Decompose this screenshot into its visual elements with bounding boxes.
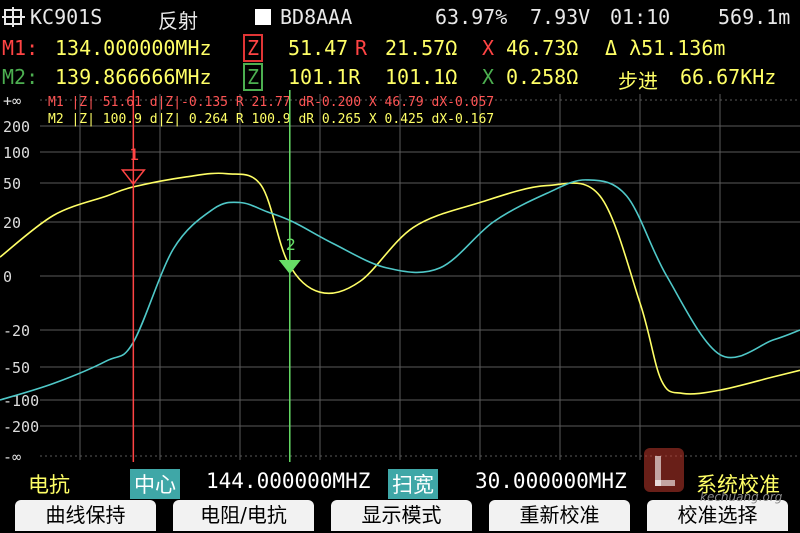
device-logo-icon (2, 7, 26, 32)
softkey-resistance-reactance[interactable]: 电阻/电抗 (173, 500, 314, 531)
marker2-triangle-icon (278, 260, 301, 274)
y-tick-label: 200 (3, 118, 30, 136)
y-tick-label: +∞ (3, 92, 21, 110)
clock: 01:10 (610, 5, 671, 29)
center-frequency[interactable]: 144.000000MHZ (206, 469, 370, 493)
measure-mode: 反射 (158, 9, 198, 33)
marker1-z-value: 51.47 (288, 36, 349, 60)
impedance-plot[interactable]: +∞ 200 100 50 20 0 -20 -50 -100 -200 -∞ M1 |Z| 51.6… (0, 90, 800, 466)
plot-canvas[interactable]: +∞20010050200-20-50-100-200-∞M1 |Z| 51.6… (0, 90, 800, 466)
span-button[interactable]: 扫宽 (388, 469, 438, 499)
device-model: KC901S (30, 5, 103, 29)
marker2-readout: M2: 139.866666MHz Z 101.1R 101.1Ω X 0.25… (0, 62, 800, 93)
trace-mode: 电抗 (28, 473, 70, 497)
marker2-z-label: Z (243, 63, 264, 91)
marker2-frequency: 139.866666MHz (55, 65, 212, 89)
y-tick-label: 50 (3, 175, 21, 193)
y-tick-label: -200 (3, 418, 39, 436)
marker2-x-ohm: 0.258Ω (506, 65, 579, 89)
y-tick-label: 0 (3, 268, 12, 286)
status-bar: KC901S 反射 BD8AAA 63.97% 7.93V 01:10 569.… (0, 0, 800, 34)
softkey-calibration-select[interactable]: 校准选择 (647, 500, 788, 531)
marker1-overlay: M1 |Z| 51.61 d|Z|-0.135 R 21.77 dR-0.200… (48, 95, 494, 110)
record-square-icon (255, 9, 271, 25)
marker1-wavelength: Δ λ51.136m (605, 36, 726, 60)
marker2-z-value: 101.1R (288, 65, 361, 89)
battery-level: 63.97% (435, 5, 508, 29)
softkey-display-mode[interactable]: 显示模式 (331, 500, 472, 531)
softkey-bar: 曲线保持 电阻/电抗 显示模式 重新校准 校准选择 (0, 500, 800, 533)
callsign: BD8AAA (280, 5, 353, 29)
marker1-label: M1: (2, 36, 39, 60)
y-tick-label: -50 (3, 359, 30, 377)
site-watermark-logo (638, 442, 690, 498)
y-tick-label: -20 (3, 322, 30, 340)
marker1-z-label: Z (243, 34, 264, 62)
softkey-recalibrate[interactable]: 重新校准 (489, 500, 630, 531)
distance-readout: 569.1m (718, 5, 791, 29)
marker1-x-letter: X (482, 36, 495, 60)
marker1-tag: 1 (129, 145, 139, 164)
marker2-x-letter: X (482, 65, 495, 89)
watermark-text: kechuang.org (700, 490, 783, 504)
step-value: 66.67KHz (680, 65, 777, 89)
marker2-label: M2: (2, 65, 39, 89)
marker1-r-ohm: 21.57Ω (385, 36, 458, 60)
marker2-r-ohm: 101.1Ω (385, 65, 458, 89)
marker1-readout: M1: 134.000000MHz Z 51.47 R 21.57Ω X 46.… (0, 33, 800, 63)
marker1-frequency: 134.000000MHz (55, 36, 212, 60)
softkey-curve-hold[interactable]: 曲线保持 (15, 500, 156, 531)
marker2-overlay: M2 |Z| 100.9 d|Z| 0.264 R 100.9 dR 0.265… (48, 112, 494, 127)
center-button[interactable]: 中心 (130, 469, 180, 499)
battery-voltage: 7.93V (530, 5, 591, 29)
marker1-r-letter: R (355, 36, 368, 60)
marker1-x-ohm: 46.73Ω (506, 36, 579, 60)
y-tick-label: -∞ (3, 448, 21, 462)
marker2-tag: 2 (286, 235, 296, 254)
y-tick-label: -100 (3, 392, 39, 410)
y-tick-label: 20 (3, 214, 21, 232)
span-frequency[interactable]: 30.000000MHZ (475, 469, 627, 493)
y-tick-label: 100 (3, 144, 30, 162)
